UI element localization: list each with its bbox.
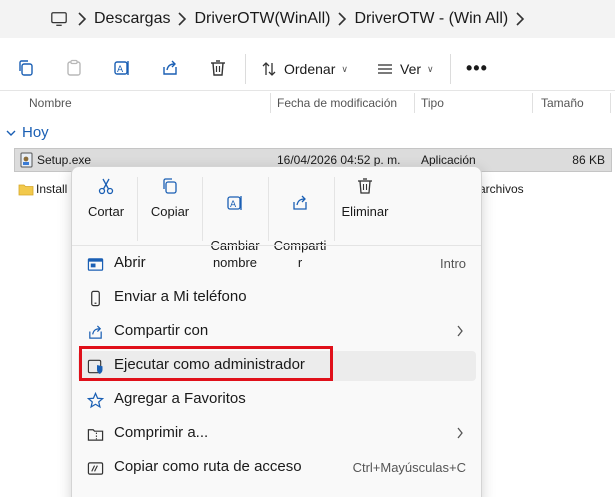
exe-file-icon [20, 152, 33, 168]
paste-icon[interactable] [63, 57, 85, 79]
chevron-right-icon[interactable] [508, 12, 532, 26]
divider [72, 245, 481, 246]
file-name: Install [36, 182, 68, 196]
menu-item-label: Comprimir a... [114, 424, 209, 441]
column-size[interactable]: Tamaño [541, 96, 584, 110]
menu-item-copy-path[interactable]: Copiar como ruta de acceso Ctrl+Mayúscul… [78, 453, 476, 483]
copy-label: Copiar [150, 204, 190, 219]
column-divider[interactable] [414, 93, 415, 113]
toolbar-divider [245, 54, 246, 84]
star-icon [86, 391, 104, 409]
shortcut-label: Ctrl+Mayúsculas+C [352, 460, 466, 475]
file-modified: 16/04/2026 04:52 p. m. [277, 153, 401, 167]
share-icon [86, 323, 104, 341]
path-icon [86, 459, 104, 477]
menu-item-label: Enviar a Mi teléfono [114, 288, 247, 305]
command-bar: A Ordenar ∨ Ver ∨ ••• [0, 48, 615, 88]
address-bar[interactable]: Descargas DriverOTW(WinAll) DriverOTW - … [0, 0, 615, 38]
cut-button[interactable]: Cortar [74, 175, 138, 239]
breadcrumb-item[interactable]: DriverOTW(WinAll) [194, 10, 330, 28]
computer-icon[interactable] [48, 8, 70, 30]
context-menu: Cortar Copiar A Cambiar nombre Comparti … [71, 166, 482, 497]
menu-item-label: Copiar como ruta de acceso [114, 458, 302, 475]
open-icon [86, 255, 104, 273]
more-options-button[interactable]: ••• [466, 58, 488, 79]
share-icon [268, 192, 332, 214]
file-type: Aplicación [421, 153, 476, 167]
phone-icon [86, 289, 104, 307]
menu-item-label: Abrir [114, 254, 146, 271]
column-divider[interactable] [270, 93, 271, 113]
chevron-right-icon[interactable] [330, 12, 354, 26]
menu-item-share-with[interactable]: Compartir con [78, 317, 476, 347]
trash-icon[interactable] [207, 57, 229, 79]
menu-item-send-to-phone[interactable]: Enviar a Mi teléfono [78, 283, 476, 313]
rename-icon[interactable]: A [111, 57, 133, 79]
view-label: Ver [400, 61, 422, 77]
chevron-down-icon: ∨ [427, 63, 434, 74]
sort-icon [262, 62, 276, 76]
copy-icon[interactable] [15, 57, 37, 79]
cut-label: Cortar [87, 204, 125, 219]
column-type[interactable]: Tipo [421, 96, 444, 110]
folder-icon [18, 184, 34, 196]
chevron-right-icon[interactable] [70, 12, 94, 26]
column-divider[interactable] [532, 93, 533, 113]
chevron-right-icon [457, 427, 463, 439]
view-button[interactable]: Ver ∨ [376, 60, 434, 78]
rename-button[interactable]: A Cambiar nombre [203, 175, 267, 270]
view-icon [378, 64, 392, 74]
menu-item-label: Agregar a Favoritos [114, 390, 246, 407]
menu-item-open[interactable]: Abrir Intro [78, 249, 476, 279]
menu-item-compress[interactable]: Comprimir a... [78, 419, 476, 449]
delete-button[interactable]: Eliminar [333, 175, 397, 239]
highlight-box [79, 346, 333, 381]
shortcut-label: Intro [439, 256, 466, 271]
zip-icon [86, 425, 104, 443]
share-button[interactable]: Comparti r [268, 175, 332, 270]
file-name: Setup.exe [37, 153, 92, 167]
column-headers: Nombre Fecha de modificación Tipo Tamaño [0, 90, 615, 114]
group-header-today[interactable]: Hoy [6, 124, 49, 141]
menu-item-label: Compartir con [114, 322, 209, 339]
copy-button[interactable]: Copiar [138, 175, 202, 239]
column-name[interactable]: Nombre [29, 96, 72, 110]
chevron-down-icon [6, 130, 16, 136]
file-type: archivos [479, 182, 524, 196]
sort-label: Ordenar [284, 61, 336, 77]
svg-text:A: A [117, 65, 124, 75]
column-modified[interactable]: Fecha de modificación [277, 96, 397, 110]
toolbar-divider [450, 54, 451, 84]
file-size: 86 KB [572, 153, 605, 167]
scissors-icon [74, 175, 138, 197]
group-label: Hoy [22, 124, 49, 141]
chevron-right-icon[interactable] [170, 12, 194, 26]
chevron-right-icon [457, 325, 463, 337]
chevron-down-icon: ∨ [341, 63, 348, 74]
breadcrumb-item[interactable]: DriverOTW - (Win All) [354, 10, 508, 28]
column-divider[interactable] [610, 93, 611, 113]
delete-label: Eliminar [341, 204, 389, 219]
share-icon[interactable] [159, 57, 181, 79]
sort-button[interactable]: Ordenar ∨ [260, 60, 348, 78]
rename-icon: A [203, 192, 267, 214]
copy-icon [138, 175, 202, 197]
trash-icon [333, 175, 397, 197]
svg-text:A: A [230, 200, 237, 210]
breadcrumb-item[interactable]: Descargas [94, 10, 170, 28]
menu-item-add-favorites[interactable]: Agregar a Favoritos [78, 385, 476, 415]
